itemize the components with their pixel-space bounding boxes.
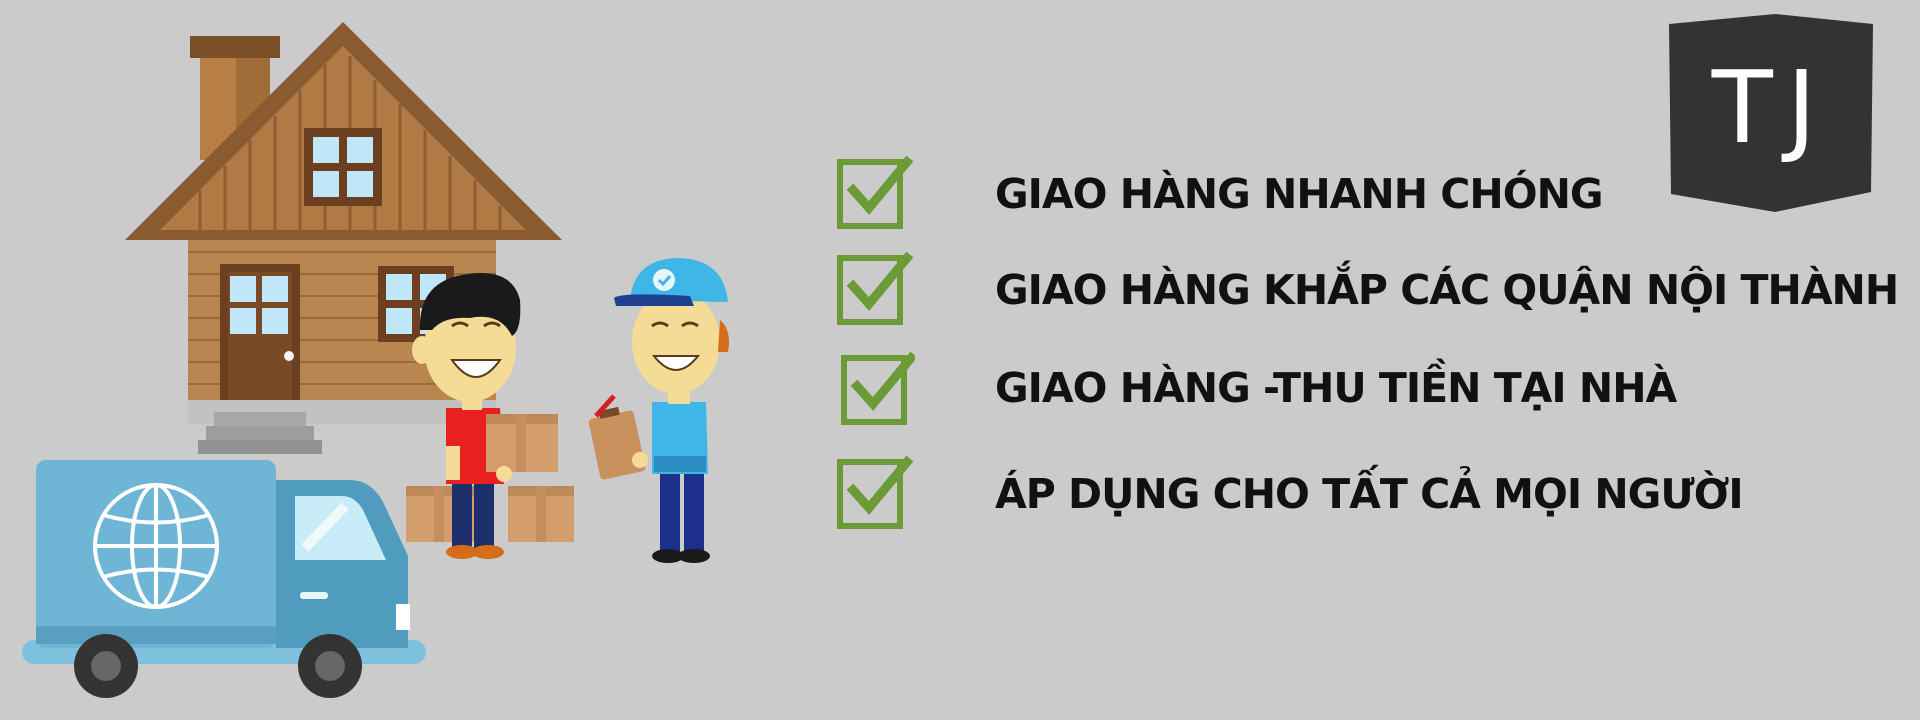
list-item: GIAO HÀNG NHANH CHÓNG xyxy=(835,154,1604,234)
check-icon xyxy=(837,155,914,229)
feature-text: GIAO HÀNG KHẮP CÁC QUẬN NỘI THÀNH xyxy=(995,266,1899,314)
courier-icon xyxy=(588,258,729,563)
feature-text: ÁP DỤNG CHO TẤT CẢ MỌI NGƯỜI xyxy=(995,470,1744,518)
truck-icon xyxy=(22,460,426,698)
check-icon xyxy=(837,251,914,325)
globe-icon xyxy=(93,483,219,609)
list-item: GIAO HÀNG -THU TIỀN TẠI NHÀ xyxy=(835,348,1677,428)
check-icon xyxy=(841,351,915,425)
logo: TJ xyxy=(1669,14,1873,212)
list-item: ÁP DỤNG CHO TẤT CẢ MỌI NGƯỜI xyxy=(835,454,1744,534)
delivery-illustration xyxy=(22,22,729,698)
logo-text: TJ xyxy=(1711,49,1831,166)
feature-text: GIAO HÀNG -THU TIỀN TẠI NHÀ xyxy=(995,364,1677,412)
list-item: GIAO HÀNG KHẮP CÁC QUẬN NỘI THÀNH xyxy=(835,250,1899,330)
feature-text: GIAO HÀNG NHANH CHÓNG xyxy=(995,170,1604,218)
check-icon xyxy=(837,455,914,529)
